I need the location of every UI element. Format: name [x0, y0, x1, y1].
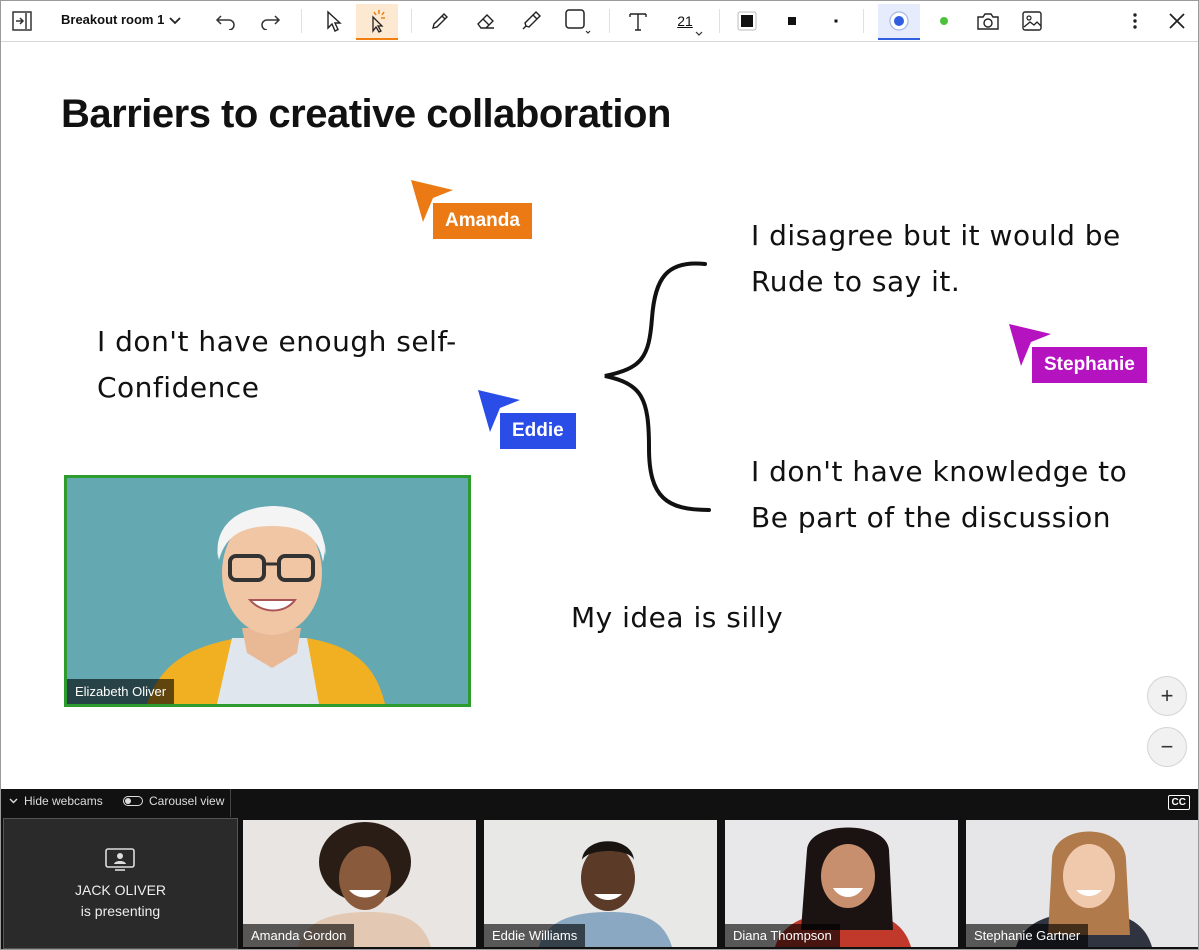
toolbar-divider	[301, 9, 302, 33]
shape-square-icon[interactable]	[559, 5, 595, 37]
presenter-status: is presenting	[80, 903, 161, 919]
highlighter-icon[interactable]	[515, 5, 545, 37]
pencil-icon[interactable]	[425, 5, 455, 37]
toolbar-divider	[719, 9, 720, 33]
chevron-down-icon	[9, 798, 18, 804]
webcam-tile-diana-thompson[interactable]: Diana Thompson	[725, 820, 958, 947]
zoom-out-button[interactable]: −	[1147, 727, 1187, 767]
whiteboard-window: Breakout room 1 21 Barriers to creative …	[0, 0, 1199, 950]
whiteboard-canvas[interactable]: Barriers to creative collaboration Amand…	[1, 42, 1198, 789]
toolbar-divider	[863, 9, 864, 33]
record-icon[interactable]	[878, 4, 920, 40]
stroke-thick-icon[interactable]	[779, 5, 805, 37]
hide-webcams-button[interactable]: Hide webcams	[9, 794, 103, 808]
note-line: Be part of the discussion	[751, 501, 1112, 534]
strip-divider	[230, 789, 231, 817]
presenter-screen-icon	[105, 848, 135, 871]
video-elizabeth-oliver[interactable]: Elizabeth Oliver	[64, 475, 471, 707]
webcam-strip-bar: Hide webcams Carousel view CC	[1, 789, 1198, 817]
text-icon[interactable]	[623, 5, 653, 37]
note-knowledge[interactable]: I don't have knowledge to Be part of the…	[751, 449, 1127, 541]
font-size-selector[interactable]: 21	[665, 5, 705, 37]
note-line: I disagree but it would be	[751, 219, 1121, 252]
presenter-tile: JACK OLIVER is presenting	[3, 818, 238, 949]
live-dot-icon	[933, 5, 955, 37]
presenter-name: JACK OLIVER	[74, 882, 167, 898]
hide-webcams-label: Hide webcams	[24, 794, 103, 808]
webcam-name-label: Diana Thompson	[725, 924, 840, 947]
closed-captions-button[interactable]: CC	[1167, 795, 1190, 810]
cursor-label-amanda: Amanda	[433, 203, 532, 239]
webcam-name-label: Amanda Gordon	[243, 924, 355, 947]
toolbar-divider	[609, 9, 610, 33]
color-swatch-icon[interactable]	[733, 5, 761, 37]
webcam-tile-amanda-gordon[interactable]: Amanda Gordon	[243, 820, 476, 947]
select-pointer-icon[interactable]	[319, 5, 349, 37]
zoom-in-button[interactable]: +	[1147, 676, 1187, 716]
webcam-tile-eddie-williams[interactable]: Eddie Williams	[484, 820, 717, 947]
carousel-view-label: Carousel view	[149, 794, 225, 808]
eraser-icon[interactable]	[471, 5, 501, 37]
note-disagree[interactable]: I disagree but it would be Rude to say i…	[751, 213, 1121, 305]
webcam-name-label: Stephanie Gartner	[966, 924, 1089, 947]
redo-icon[interactable]	[255, 5, 285, 37]
toolbar-divider	[411, 9, 412, 33]
laser-pointer-icon[interactable]	[356, 4, 398, 40]
cursor-label-eddie: Eddie	[500, 413, 576, 449]
note-line: Rude to say it.	[751, 265, 961, 298]
exit-panel-icon[interactable]	[9, 5, 35, 37]
toggle-switch-icon	[123, 796, 143, 806]
chevron-down-icon[interactable]	[165, 5, 185, 37]
camera-icon[interactable]	[973, 5, 1003, 37]
more-vertical-icon[interactable]	[1125, 5, 1145, 37]
note-line: I don't have enough self-	[97, 325, 457, 358]
stroke-thin-icon[interactable]	[823, 5, 849, 37]
curly-brace-drawing[interactable]	[597, 258, 717, 518]
image-icon[interactable]	[1017, 5, 1047, 37]
room-selector-label[interactable]: Breakout room 1	[61, 12, 164, 27]
person-video-image	[67, 478, 468, 704]
webcam-tile-stephanie-gartner[interactable]: Stephanie Gartner	[966, 820, 1198, 947]
note-line: I don't have knowledge to	[751, 455, 1128, 488]
note-self-confidence[interactable]: I don't have enough self- Confidence	[97, 319, 457, 411]
cursor-label-stephanie: Stephanie	[1032, 347, 1147, 383]
toolbar: Breakout room 1 21	[1, 1, 1198, 42]
webcam-name-label: Eddie Williams	[484, 924, 586, 947]
video-name-label: Elizabeth Oliver	[67, 679, 175, 704]
note-silly[interactable]: My idea is silly	[571, 595, 783, 641]
font-size-value: 21	[677, 13, 693, 29]
carousel-view-toggle[interactable]: Carousel view	[123, 794, 224, 808]
webcam-strip: Hide webcams Carousel view CC JACK OLIVE…	[1, 789, 1198, 949]
slide-title: Barriers to creative collaboration	[61, 92, 671, 136]
undo-icon[interactable]	[211, 5, 241, 37]
chevron-down-icon	[695, 31, 703, 36]
note-line: Confidence	[97, 371, 260, 404]
close-icon[interactable]	[1165, 5, 1189, 37]
